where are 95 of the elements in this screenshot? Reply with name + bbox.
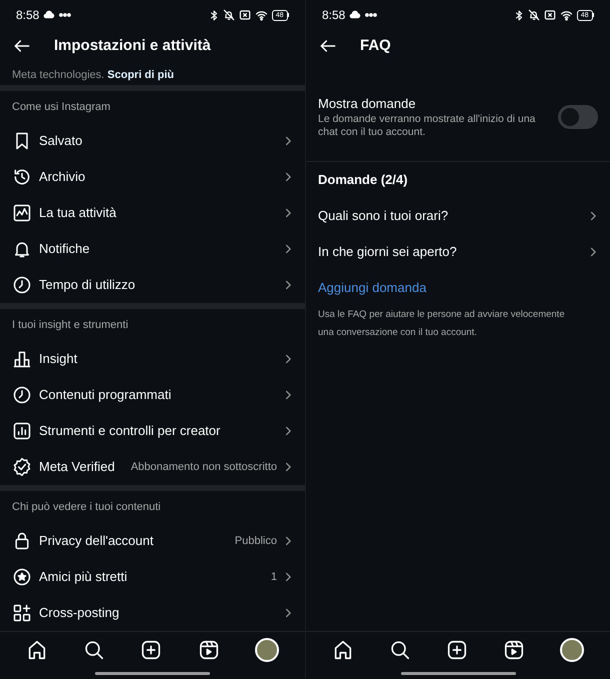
settings-row[interactable]: La tua attività: [0, 195, 305, 231]
bell-off-icon: [222, 9, 235, 21]
settings-row[interactable]: Cross-posting: [0, 595, 305, 631]
learn-more-link[interactable]: Scopri di più: [107, 69, 174, 81]
row-label: Insight: [39, 350, 78, 368]
grid-plus-icon: [12, 603, 32, 623]
settings-row[interactable]: Archivio: [0, 159, 305, 195]
section-heading: I tuoi insight e strumenti: [12, 318, 128, 333]
settings-row[interactable]: Salvato: [0, 123, 305, 159]
profile-tab[interactable]: [560, 638, 584, 662]
search-tab[interactable]: [83, 639, 106, 661]
settings-row[interactable]: Privacy dell'account Pubblico: [0, 523, 305, 559]
settings-row[interactable]: Contenuti programmati: [0, 377, 305, 413]
chevron-right-icon: [283, 352, 293, 366]
chevron-right-icon: [588, 245, 598, 259]
reels-tab[interactable]: [503, 639, 526, 661]
wifi-icon: [560, 9, 573, 21]
chevron-right-icon: [283, 170, 293, 184]
search-icon: [83, 639, 106, 661]
questions-heading: Domande (2/4): [318, 171, 408, 190]
more-dots-icon: [59, 11, 72, 19]
chevron-right-icon: [283, 206, 293, 220]
row-label: La tua attività: [39, 204, 118, 222]
reels-icon: [198, 639, 220, 661]
crossed-box-icon: [238, 9, 251, 21]
chevron-right-icon: [283, 388, 293, 402]
bluetooth-icon: [514, 8, 524, 22]
page-title: FAQ: [360, 36, 391, 56]
add-post-tab[interactable]: [140, 639, 162, 661]
settings-row[interactable]: Strumenti e controlli per creator: [0, 413, 305, 449]
dashboard-icon: [12, 421, 32, 441]
row-label: Cross-posting: [39, 604, 120, 622]
chevron-right-icon: [283, 424, 293, 438]
status-time: 8:58: [16, 7, 40, 24]
row-label: Amici più stretti: [39, 568, 128, 586]
question-label: Quali sono i tuoi orari?: [318, 207, 450, 226]
settings-row[interactable]: Tempo di utilizzo: [0, 267, 305, 303]
settings-row[interactable]: Insight: [0, 341, 305, 377]
section-heading: Chi può vedere i tuoi contenuti: [12, 500, 161, 515]
cloud-icon: [349, 9, 362, 21]
row-label: Meta Verified: [39, 458, 116, 476]
settings-row[interactable]: Meta Verified Abbonamento non sottoscritto: [0, 449, 305, 485]
row-label: Tempo di utilizzo: [39, 276, 136, 294]
add-post-icon: [446, 639, 468, 661]
chevron-right-icon: [283, 534, 293, 548]
add-post-icon: [140, 639, 162, 661]
row-value: 1: [270, 570, 277, 585]
history-icon: [12, 167, 32, 187]
bell-off-icon: [528, 9, 540, 21]
search-icon: [388, 639, 411, 661]
chevron-right-icon: [283, 606, 293, 620]
question-row[interactable]: In che giorni sei aperto?: [306, 234, 610, 270]
chevron-right-icon: [283, 570, 293, 584]
faq-note: Usa le FAQ per aiutare le persone ad avviare velocemente una conversazione con il tuo account.: [318, 308, 566, 340]
add-question-link[interactable]: Aggiungi domanda: [318, 278, 426, 298]
show-questions-toggle[interactable]: [558, 105, 598, 129]
chevron-right-icon: [283, 134, 293, 148]
status-time: 8:58: [322, 7, 346, 24]
crossed-box-icon: [544, 9, 556, 21]
chevron-right-icon: [283, 278, 293, 292]
wifi-icon: [254, 9, 268, 21]
question-label: In che giorni sei aperto?: [318, 243, 458, 262]
row-label: Privacy dell'account: [39, 532, 154, 550]
page-title: Impostazioni e attività: [54, 36, 211, 56]
bluetooth-icon: [208, 8, 219, 22]
row-label: Archivio: [39, 168, 86, 186]
toggle-description: Le domande verranno mostrate all'inizio di una chat con il tuo account.: [318, 113, 536, 139]
settings-row[interactable]: Amici più stretti 1: [0, 559, 305, 595]
reels-icon: [503, 639, 526, 661]
cloud-icon: [43, 9, 56, 21]
bar-chart-icon: [12, 349, 32, 369]
clock-icon: [12, 275, 32, 295]
chevron-right-icon: [588, 209, 598, 223]
row-label: Notifiche: [39, 240, 91, 258]
section-heading: Come usi Instagram: [12, 100, 110, 115]
star-circle-icon: [12, 567, 32, 587]
search-tab[interactable]: [388, 639, 411, 661]
toggle-label: Mostra domande: [318, 95, 417, 113]
chevron-right-icon: [283, 242, 293, 256]
row-label: Salvato: [39, 132, 84, 150]
more-dots-icon: [365, 11, 378, 19]
row-label: Strumenti e controlli per creator: [39, 422, 222, 440]
reels-tab[interactable]: [198, 639, 220, 661]
row-value: Pubblico: [234, 534, 277, 549]
chevron-right-icon: [283, 460, 293, 474]
activity-chart-icon: [12, 203, 32, 223]
intro-text: Meta technologies. Scopri di più: [12, 69, 174, 81]
verified-badge-icon: [12, 457, 32, 477]
profile-tab[interactable]: [255, 638, 280, 662]
settings-row[interactable]: Notifiche: [0, 231, 305, 267]
add-post-tab[interactable]: [446, 639, 468, 661]
row-label: Contenuti programmati: [39, 386, 172, 404]
row-value: Abbonamento non sottoscritto: [130, 460, 277, 475]
clock-icon: [12, 385, 32, 405]
question-row[interactable]: Quali sono i tuoi orari?: [306, 198, 610, 234]
